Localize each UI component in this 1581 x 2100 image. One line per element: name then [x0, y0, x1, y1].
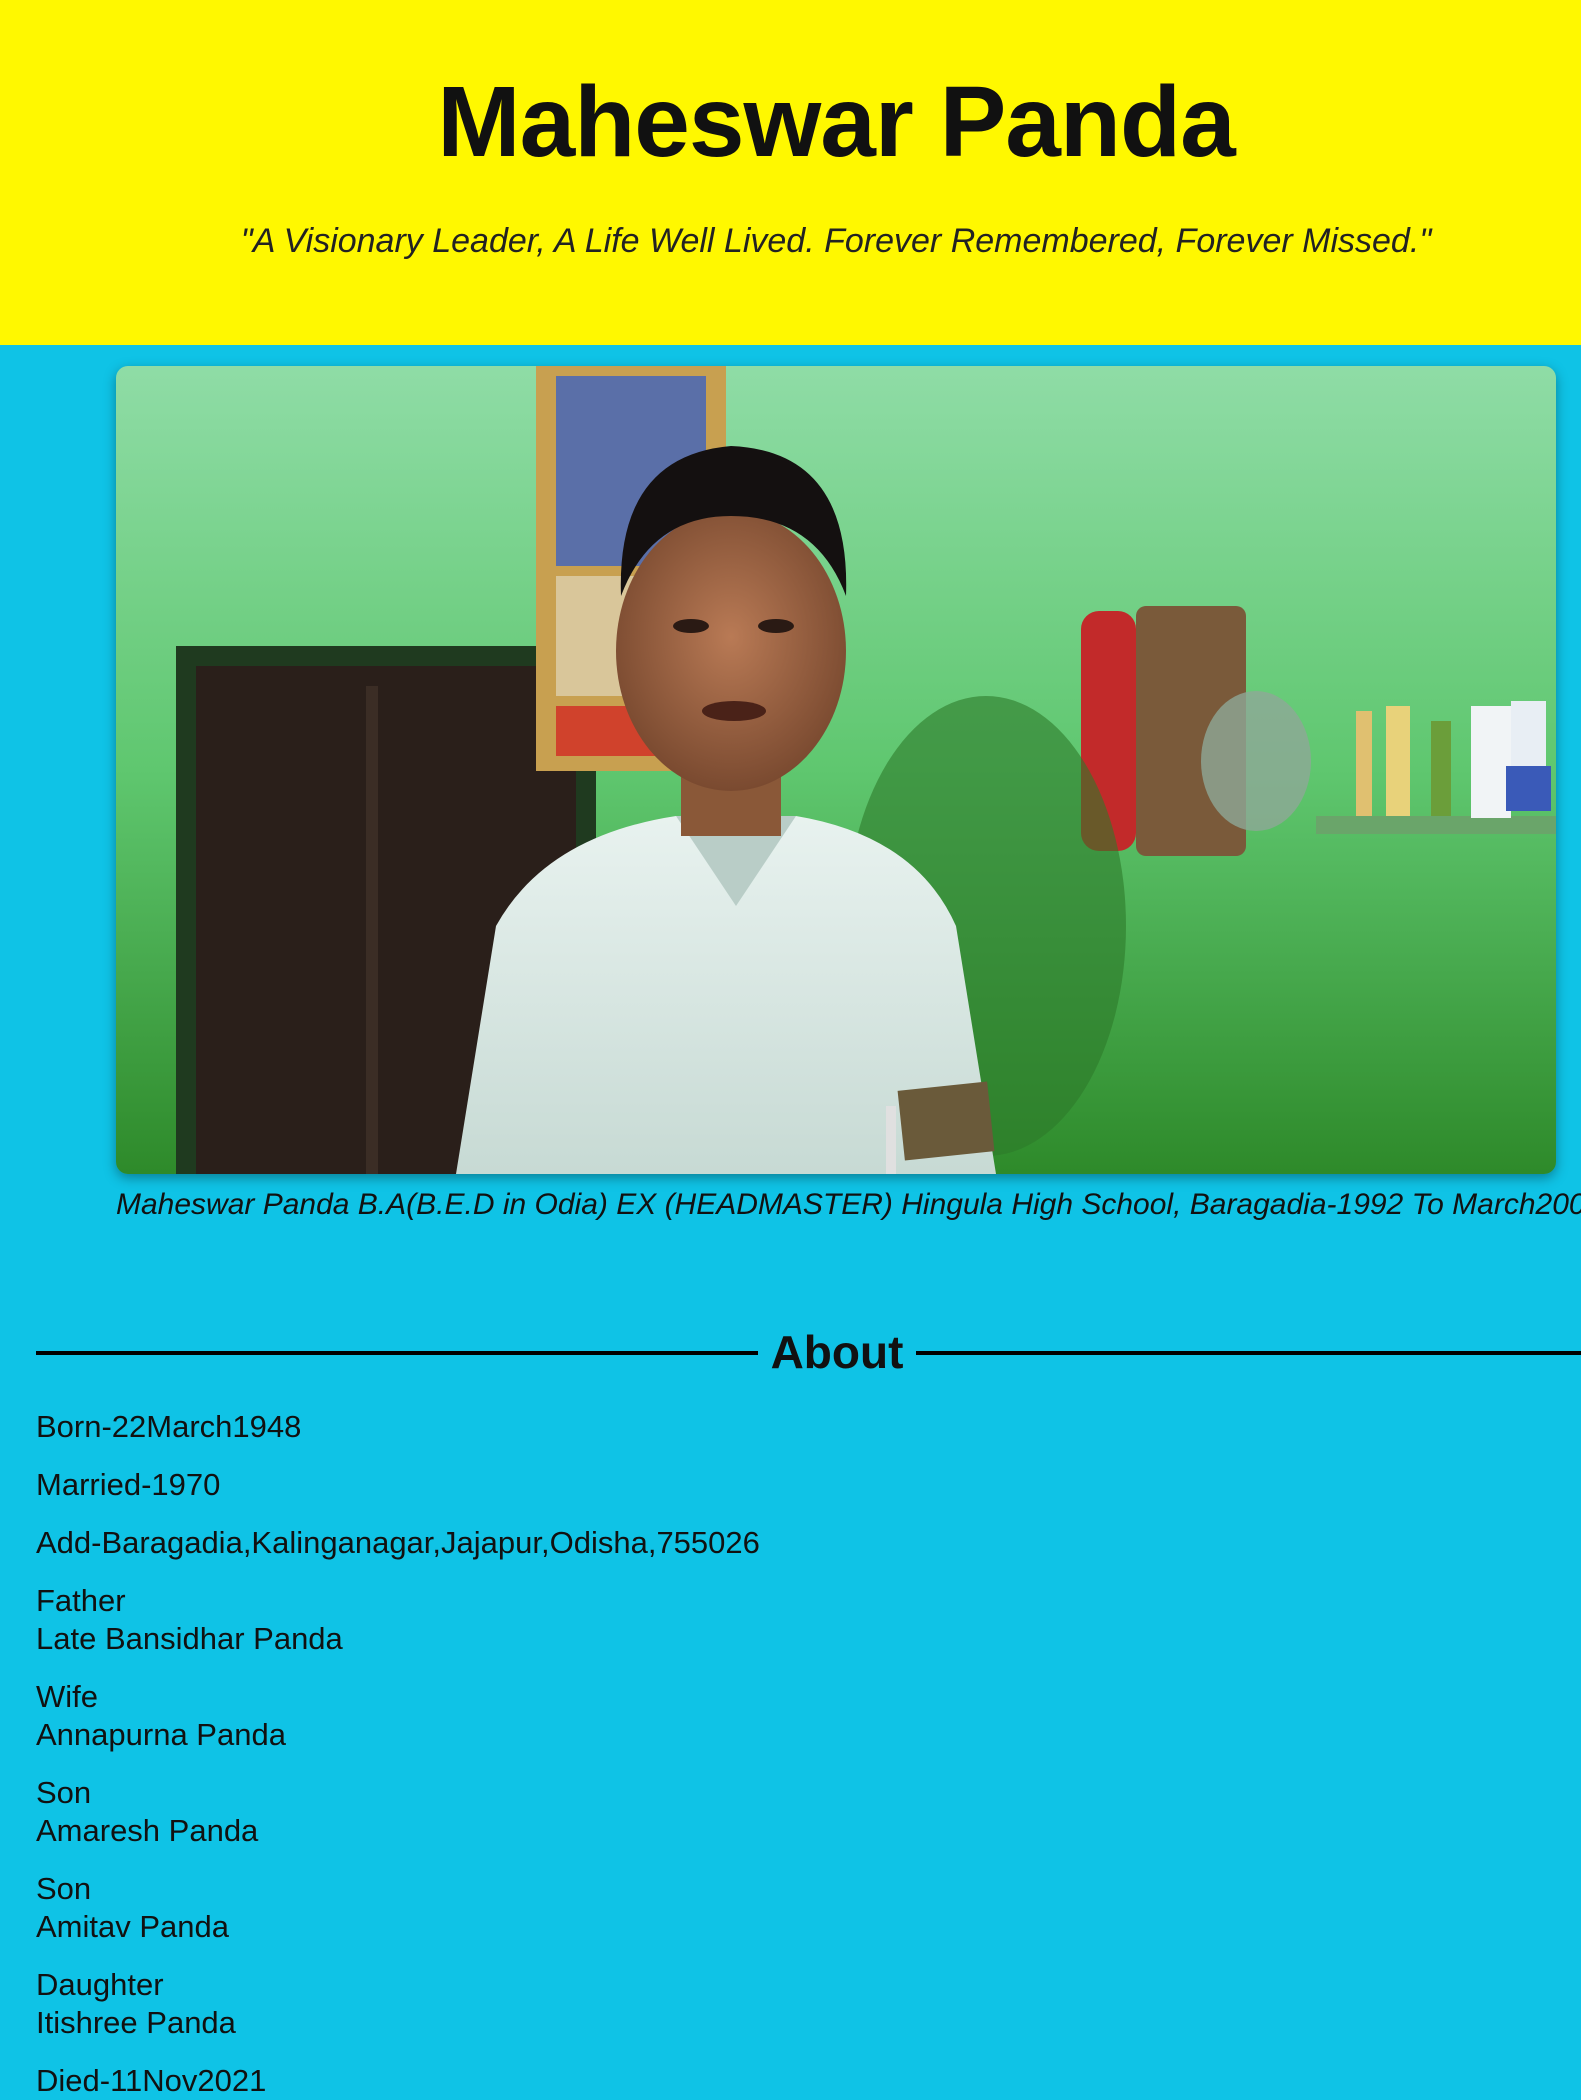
family-member-daughter: Daughter Itishree Panda — [36, 1966, 1536, 2042]
born-date: Born-22March1948 — [36, 1409, 302, 1444]
family-name: Annapurna Panda — [36, 1717, 286, 1752]
portrait-photo — [116, 366, 1556, 1174]
family-relation: Son — [36, 1871, 92, 1906]
died-date: Died-11Nov2021 — [36, 2063, 267, 2098]
family-relation: Daughter — [36, 1967, 164, 2002]
family-member-wife: Wife Annapurna Panda — [36, 1678, 1536, 1754]
family-member-son-1: Son Amaresh Panda — [36, 1774, 1536, 1850]
family-member-son-2: Son Amitav Panda — [36, 1870, 1536, 1946]
family-member-father: Father Late Bansidhar Panda — [36, 1582, 1536, 1658]
page-title: Maheswar Panda — [437, 66, 1235, 178]
family-name: Amitav Panda — [36, 1909, 229, 1944]
family-relation: Son — [36, 1775, 92, 1810]
family-name: Itishree Panda — [36, 2005, 236, 2040]
divider-left — [36, 1351, 758, 1355]
family-relation: Wife — [36, 1679, 98, 1714]
header-banner: Maheswar Panda "A Visionary Leader, A Li… — [0, 0, 1581, 345]
family-name: Amaresh Panda — [36, 1813, 259, 1848]
married-year: Married-1970 — [36, 1467, 221, 1502]
address: Add-Baragadia,Kalinganagar,Jajapur,Odish… — [36, 1525, 760, 1560]
about-heading-label: About — [770, 1326, 904, 1378]
photo-caption: Maheswar Panda B.A(B.E.D in Odia) EX (HE… — [116, 1188, 1581, 1221]
family-name: Late Bansidhar Panda — [36, 1621, 343, 1656]
tagline: "A Visionary Leader, A Life Well Lived. … — [240, 222, 1432, 260]
family-relation: Father — [36, 1583, 126, 1618]
about-section-heading: About — [36, 1322, 1581, 1382]
divider-right — [916, 1351, 1581, 1355]
about-details: Born-22March1948 Married-1970 Add-Baraga… — [36, 1408, 1536, 2100]
portrait-image — [116, 366, 1556, 1174]
